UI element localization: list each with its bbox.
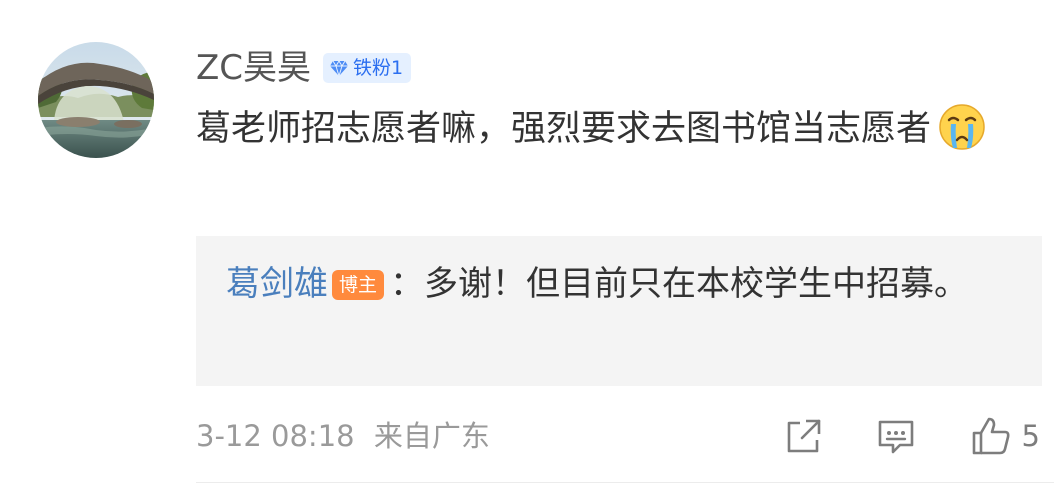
comment-actions: 5 (784, 410, 1040, 462)
crying-face-icon (939, 104, 985, 150)
reply-author-link[interactable]: 葛剑雄 (226, 264, 328, 304)
comment-source: 来自广东 (373, 419, 490, 453)
fan-badge[interactable]: 铁粉1 (323, 53, 412, 83)
comment-time: 3-12 08:18 (196, 419, 355, 453)
like-count: 5 (1021, 419, 1040, 453)
share-icon (787, 419, 820, 453)
reply-separator: ： (390, 264, 425, 304)
reply-body: 多谢！但目前只在本校学生中招募。 (424, 264, 969, 304)
host-badge: 博主 (332, 270, 385, 300)
thumbs-up-icon (972, 417, 1010, 455)
comment-button[interactable] (876, 416, 916, 456)
like-button[interactable]: 5 (970, 415, 1040, 457)
comment-text: 葛老师招志愿者嘛，强烈要求去图书馆当志愿者 (196, 98, 1042, 161)
diamond-icon (330, 60, 349, 78)
divider (196, 482, 1054, 483)
comment-body: 葛老师招志愿者嘛，强烈要求去图书馆当志愿者 (196, 109, 932, 149)
comment-header: ZC昊昊 铁粉1 (196, 44, 412, 92)
username-link[interactable]: ZC昊昊 (196, 44, 311, 92)
reply-text: 葛剑雄 博主 ：多谢！但目前只在本校学生中招募。 (226, 256, 1006, 312)
avatar[interactable] (38, 42, 154, 158)
comment-icon (878, 420, 913, 454)
avatar-bridge-photo (38, 42, 154, 158)
share-button[interactable] (784, 416, 824, 456)
reply-box[interactable]: 葛剑雄 博主 ：多谢！但目前只在本校学生中招募。 (196, 236, 1042, 386)
fan-badge-label: 铁粉1 (353, 57, 404, 79)
comment-meta: 3-12 08:18 来自广东 (196, 410, 490, 462)
